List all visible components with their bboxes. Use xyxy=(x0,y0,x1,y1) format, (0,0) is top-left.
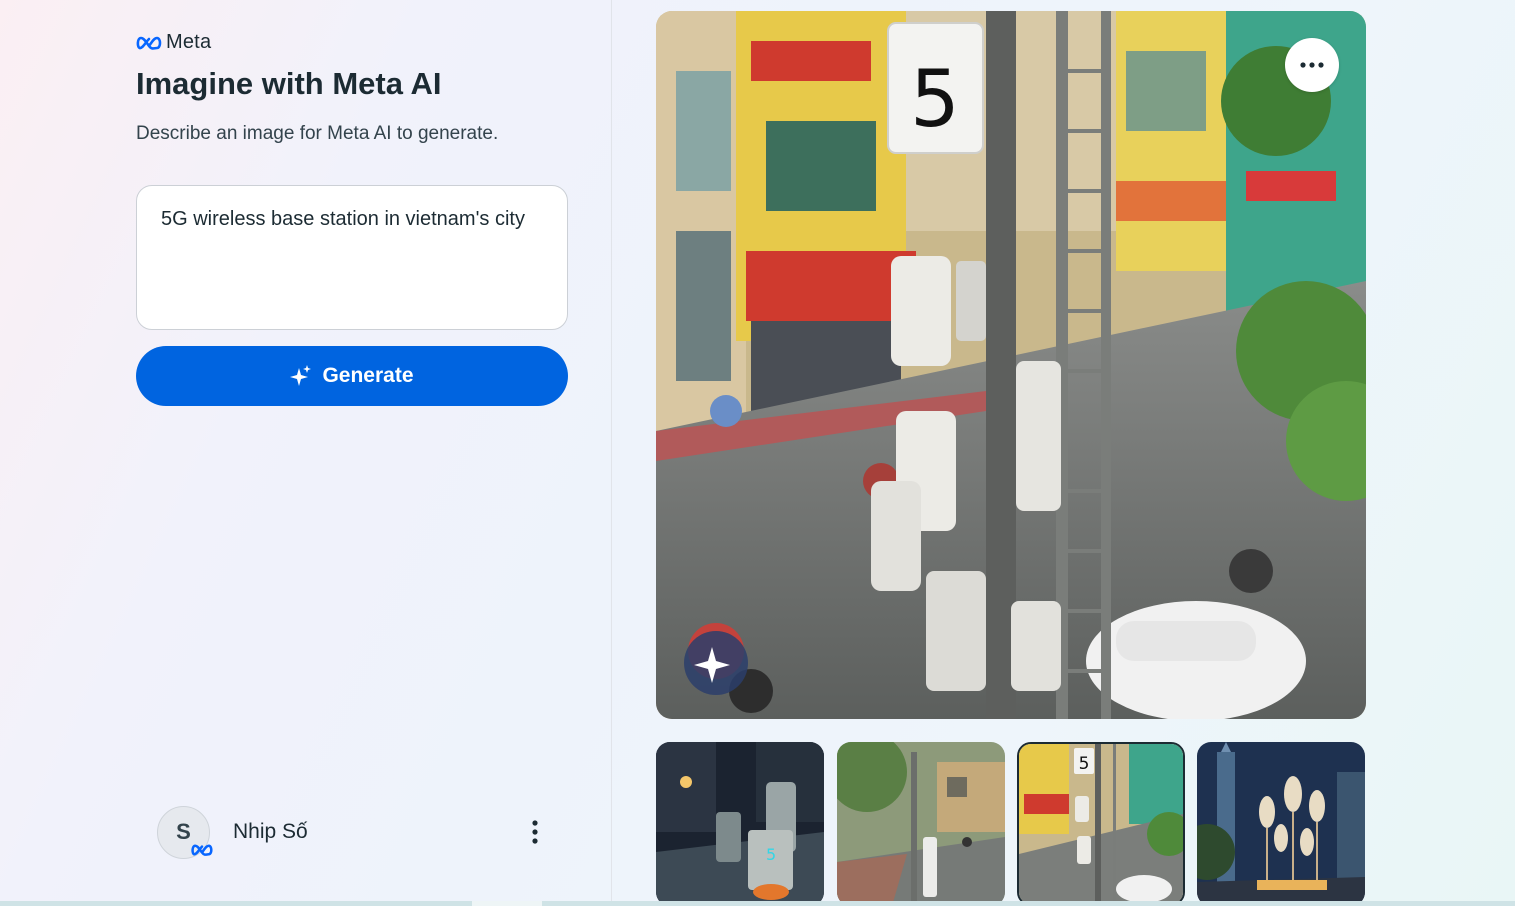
sparkle-icon xyxy=(290,365,312,386)
horizontal-scrollbar[interactable] xyxy=(0,901,1515,906)
user-name: Nhip Số xyxy=(233,820,308,843)
page-title: Imagine with Meta AI xyxy=(136,66,442,101)
page-subtitle: Describe an image for Meta AI to generat… xyxy=(136,123,499,144)
prompt-text[interactable]: 5G wireless base station in vietnam's ci… xyxy=(161,206,543,233)
generate-button[interactable]: Generate xyxy=(136,346,568,406)
logo-text: Meta xyxy=(166,31,212,53)
meta-logo[interactable]: Meta xyxy=(136,31,211,54)
thumbnail-street[interactable] xyxy=(837,742,1005,906)
prompt-input[interactable]: 5G wireless base station in vietnam's ci… xyxy=(136,185,568,330)
scrollbar-thumb[interactable] xyxy=(472,901,542,906)
avatar[interactable]: S xyxy=(157,805,213,859)
more-horizontal-icon xyxy=(1300,62,1324,68)
thumbnail-lights[interactable] xyxy=(1197,742,1365,906)
thumb-tower-sign: 5 xyxy=(1079,754,1090,774)
thumbnail-night[interactable]: 5 xyxy=(656,742,824,906)
left-panel: Meta Imagine with Meta AI Describe an im… xyxy=(0,0,611,906)
user-profile[interactable]: S Nhip Số xyxy=(157,804,547,860)
thumb-night-sign: 5 xyxy=(766,845,776,864)
user-menu-button[interactable] xyxy=(523,814,547,850)
image-options-button[interactable] xyxy=(1285,38,1339,92)
panel-divider xyxy=(611,0,612,906)
generate-label: Generate xyxy=(322,364,414,387)
tower-sign-number: 5 xyxy=(910,55,960,145)
meta-badge-icon xyxy=(189,842,215,858)
thumbnail-tower-selected[interactable]: 5 xyxy=(1017,742,1185,906)
generated-image-main[interactable]: 5 xyxy=(656,11,1366,719)
meta-infinity-icon xyxy=(136,36,162,50)
kebab-icon xyxy=(532,820,538,844)
